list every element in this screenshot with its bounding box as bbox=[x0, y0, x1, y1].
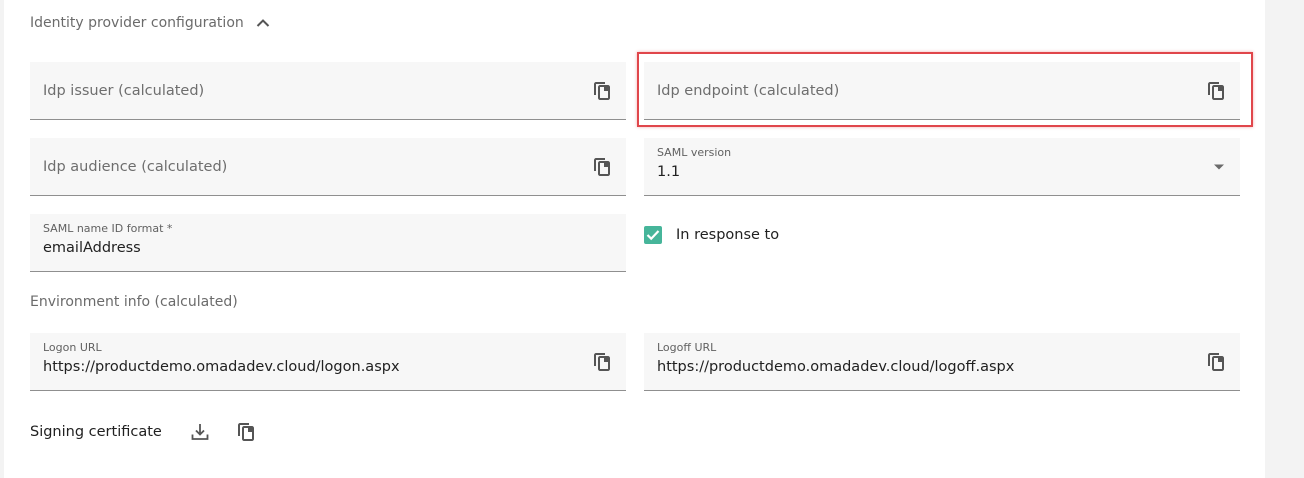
idp-endpoint-field[interactable]: Idp endpoint (calculated) bbox=[644, 62, 1240, 120]
saml-name-id-format-field[interactable]: SAML name ID format * emailAddress bbox=[30, 214, 626, 272]
idp-endpoint-placeholder: Idp endpoint (calculated) bbox=[657, 82, 840, 99]
saml-version-value: 1.1 bbox=[657, 164, 681, 180]
copy-icon[interactable] bbox=[1204, 350, 1228, 374]
in-response-to-row: In response to bbox=[644, 226, 779, 244]
section-title: Identity provider configuration bbox=[30, 15, 244, 31]
saml-version-label: SAML version bbox=[657, 146, 732, 159]
in-response-to-checkbox[interactable] bbox=[644, 226, 662, 244]
environment-title: Environment info (calculated) bbox=[30, 294, 238, 310]
idp-audience-placeholder: Idp audience (calculated) bbox=[43, 158, 228, 175]
chevron-up-icon[interactable] bbox=[256, 18, 270, 28]
copy-icon[interactable] bbox=[234, 420, 258, 444]
saml-version-select[interactable]: SAML version 1.1 bbox=[644, 138, 1240, 196]
idp-issuer-placeholder: Idp issuer (calculated) bbox=[43, 82, 205, 99]
copy-icon[interactable] bbox=[1204, 79, 1228, 103]
section-header[interactable]: Identity provider configuration bbox=[30, 12, 270, 34]
dropdown-arrow-icon[interactable] bbox=[1214, 164, 1224, 169]
saml-name-id-format-value: emailAddress bbox=[43, 240, 141, 256]
copy-icon[interactable] bbox=[590, 350, 614, 374]
checkmark-icon bbox=[646, 230, 660, 241]
signing-certificate-label: Signing certificate bbox=[30, 424, 162, 440]
logoff-url-label: Logoff URL bbox=[657, 341, 717, 354]
saml-name-id-format-label: SAML name ID format * bbox=[43, 222, 173, 235]
download-icon[interactable] bbox=[188, 420, 212, 444]
idp-audience-field[interactable]: Idp audience (calculated) bbox=[30, 138, 626, 196]
copy-icon[interactable] bbox=[590, 155, 614, 179]
logoff-url-value: https://productdemo.omadadev.cloud/logof… bbox=[657, 359, 1015, 375]
signing-certificate-row: Signing certificate bbox=[30, 420, 258, 444]
logoff-url-field[interactable]: Logoff URL https://productdemo.omadadev.… bbox=[644, 333, 1240, 391]
logon-url-value: https://productdemo.omadadev.cloud/logon… bbox=[43, 359, 400, 375]
logon-url-field[interactable]: Logon URL https://productdemo.omadadev.c… bbox=[30, 333, 626, 391]
copy-icon[interactable] bbox=[590, 79, 614, 103]
logon-url-label: Logon URL bbox=[43, 341, 102, 354]
idp-issuer-field[interactable]: Idp issuer (calculated) bbox=[30, 62, 626, 120]
in-response-to-label: In response to bbox=[676, 227, 780, 243]
